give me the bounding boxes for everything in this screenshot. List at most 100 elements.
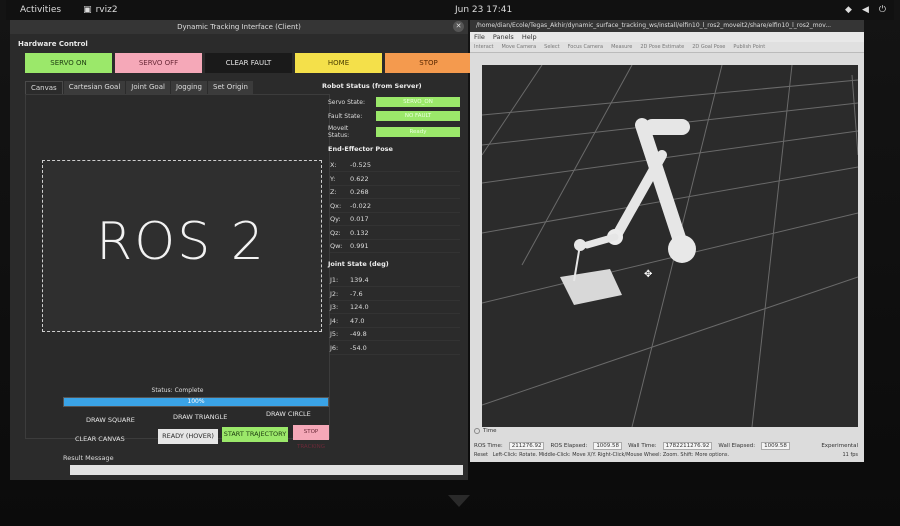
draw-square-button[interactable]: DRAW SQUARE xyxy=(86,416,135,424)
hint-row: Reset Left-Click: Rotate. Middle-Click: … xyxy=(474,452,858,458)
pose-value: 0.622 xyxy=(350,174,369,183)
draw-triangle-button[interactable]: DRAW TRIANGLE xyxy=(173,413,227,421)
result-message-label: Result Message xyxy=(63,454,114,462)
tool-2d-goal-pose[interactable]: 2D Goal Pose xyxy=(692,42,725,52)
joint-value: -49.8 xyxy=(350,330,367,338)
joint-row: J2: -7.6 xyxy=(330,288,460,301)
rviz-title: /home/dian/Ecole/Tegas_Akhir/dynamic_sur… xyxy=(470,20,864,32)
menu-file[interactable]: File xyxy=(474,32,485,42)
joint-key: J3: xyxy=(330,303,339,311)
tab-set-origin[interactable]: Set Origin xyxy=(208,81,253,94)
wall-time-field: 1782211276.92 xyxy=(662,442,713,450)
home-button[interactable]: HOME xyxy=(295,53,382,73)
app-icon: ▣ xyxy=(83,5,92,15)
result-message-field xyxy=(70,465,463,475)
tracking-interface-window: Dynamic Tracking Interface (Client) ✕ Ha… xyxy=(10,20,472,480)
joint-key: J5: xyxy=(330,330,339,338)
mouse-hint: Left-Click: Rotate. Middle-Click: Move X… xyxy=(492,452,730,458)
pose-row: Qy: 0.017 xyxy=(330,213,460,226)
ros2-drawing: ROS 2 xyxy=(96,212,264,272)
pose-row: Qx: -0.022 xyxy=(330,200,460,213)
servo-state-row: Servo State: SERVO_ON xyxy=(328,97,460,107)
clear-canvas-button[interactable]: CLEAR CANVAS xyxy=(75,435,125,443)
moveit-status-row: MoveIt Status: Ready xyxy=(328,125,460,139)
marker-cross: ✥ xyxy=(644,269,652,280)
window-titlebar: Dynamic Tracking Interface (Client) ✕ xyxy=(10,20,468,34)
time-radio[interactable] xyxy=(474,428,480,434)
joint-value: -7.6 xyxy=(350,289,363,298)
stop-button[interactable]: STOP xyxy=(385,53,472,73)
app-indicator[interactable]: ▣ rviz2 xyxy=(83,5,118,15)
draw-circle-button[interactable]: DRAW CIRCLE xyxy=(266,410,311,418)
pose-row: Qw: 0.991 xyxy=(330,240,460,253)
hardware-control-label: Hardware Control xyxy=(18,40,88,48)
ready-hover-button[interactable]: READY (HOVER) xyxy=(158,429,218,444)
hardware-buttons: SERVO ON SERVO OFF CLEAR FAULT HOME STOP xyxy=(25,53,472,73)
joint-state-title: Joint State (deg) xyxy=(328,260,389,268)
pose-key: Qz: xyxy=(330,228,341,237)
clock[interactable]: Jun 23 17:41 xyxy=(455,5,512,15)
rviz-toolbar: Interact Move Camera Select Focus Camera… xyxy=(470,42,864,53)
close-icon[interactable]: ✕ xyxy=(453,21,464,32)
tab-canvas[interactable]: Canvas xyxy=(25,81,63,94)
scene-3d: ✥ xyxy=(482,65,858,427)
reset-button[interactable]: Reset xyxy=(474,452,488,458)
monitor-logo-icon xyxy=(448,495,470,507)
stop-tracking-button[interactable]: STOP TRACKING xyxy=(293,425,329,450)
rviz-menubar: File Panels Help xyxy=(470,32,864,42)
volume-icon: ◀ xyxy=(861,5,869,15)
power-icon: ⏻ xyxy=(878,5,886,15)
pose-value: -0.022 xyxy=(350,201,371,210)
network-icon: ◆ xyxy=(845,5,852,15)
wall-elapsed-field: 1009.58 xyxy=(761,442,790,450)
joint-key: J4: xyxy=(330,316,339,325)
tab-cartesian-goal[interactable]: Cartesian Goal xyxy=(63,81,126,94)
moveit-status-value: Ready xyxy=(376,127,460,137)
pose-row: Qz: 0.132 xyxy=(330,227,460,240)
joint-key: J6: xyxy=(330,343,339,352)
tool-move-camera[interactable]: Move Camera xyxy=(502,42,537,52)
ros-time-field: 211276.92 xyxy=(508,442,545,450)
tool-measure[interactable]: Measure xyxy=(611,42,632,52)
pose-key: Z: xyxy=(330,188,337,196)
joint-value: -54.0 xyxy=(350,343,367,352)
menu-help[interactable]: Help xyxy=(522,32,537,42)
end-effector-pose-title: End-Effector Pose xyxy=(328,145,393,153)
tool-publish-point[interactable]: Publish Point xyxy=(733,42,765,52)
joint-row: J5: -49.8 xyxy=(330,328,460,341)
time-label: Time xyxy=(483,428,497,434)
tool-2d-pose-estimate[interactable]: 2D Pose Estimate xyxy=(640,42,684,52)
robot-status-title: Robot Status (from Server) xyxy=(322,82,422,90)
menu-panels[interactable]: Panels xyxy=(493,32,514,42)
canvas-tab-panel: ROS 2 Status: Complete 100% DRAW SQUARE … xyxy=(25,94,330,450)
pose-key: X: xyxy=(330,161,337,169)
time-fields: ROS Time: 211276.92 ROS Elapsed: 1009.58… xyxy=(474,442,858,450)
time-panel: Time ROS Time: 211276.92 ROS Elapsed: 10… xyxy=(474,428,858,458)
joint-row: J6: -54.0 xyxy=(330,342,460,355)
tool-interact[interactable]: Interact xyxy=(474,42,494,52)
clear-fault-button[interactable]: CLEAR FAULT xyxy=(205,53,292,73)
tool-select[interactable]: Select xyxy=(544,42,559,52)
system-tray[interactable]: ◆ ◀ ⏻ xyxy=(845,5,886,15)
pose-row: X: -0.525 xyxy=(330,159,460,172)
activities-button[interactable]: Activities xyxy=(20,5,61,15)
drawing-canvas[interactable]: ROS 2 xyxy=(42,160,322,332)
pose-key: Qx: xyxy=(330,201,342,210)
joint-row: J3: 124.0 xyxy=(330,301,460,314)
start-trajectory-button[interactable]: START TRAJECTORY xyxy=(222,427,288,442)
tool-focus-camera[interactable]: Focus Camera xyxy=(568,42,604,52)
tab-joint-goal[interactable]: Joint Goal xyxy=(126,81,170,94)
pose-row: Y: 0.622 xyxy=(330,173,460,186)
servo-off-button[interactable]: SERVO OFF xyxy=(115,53,202,73)
servo-state-value: SERVO_ON xyxy=(376,97,460,107)
ros-elapsed-field: 1009.58 xyxy=(593,442,623,450)
pose-key: Qy: xyxy=(330,215,341,223)
rviz-3d-viewport[interactable]: ✥ xyxy=(482,65,858,427)
pose-value: -0.525 xyxy=(350,161,371,169)
tab-jogging[interactable]: Jogging xyxy=(170,81,207,94)
progress-bar: 100% xyxy=(63,397,329,407)
experimental-checkbox[interactable]: Experimental xyxy=(821,443,858,449)
servo-on-button[interactable]: SERVO ON xyxy=(25,53,112,73)
pose-key: Qw: xyxy=(330,242,343,250)
pose-value: 0.268 xyxy=(350,188,369,196)
